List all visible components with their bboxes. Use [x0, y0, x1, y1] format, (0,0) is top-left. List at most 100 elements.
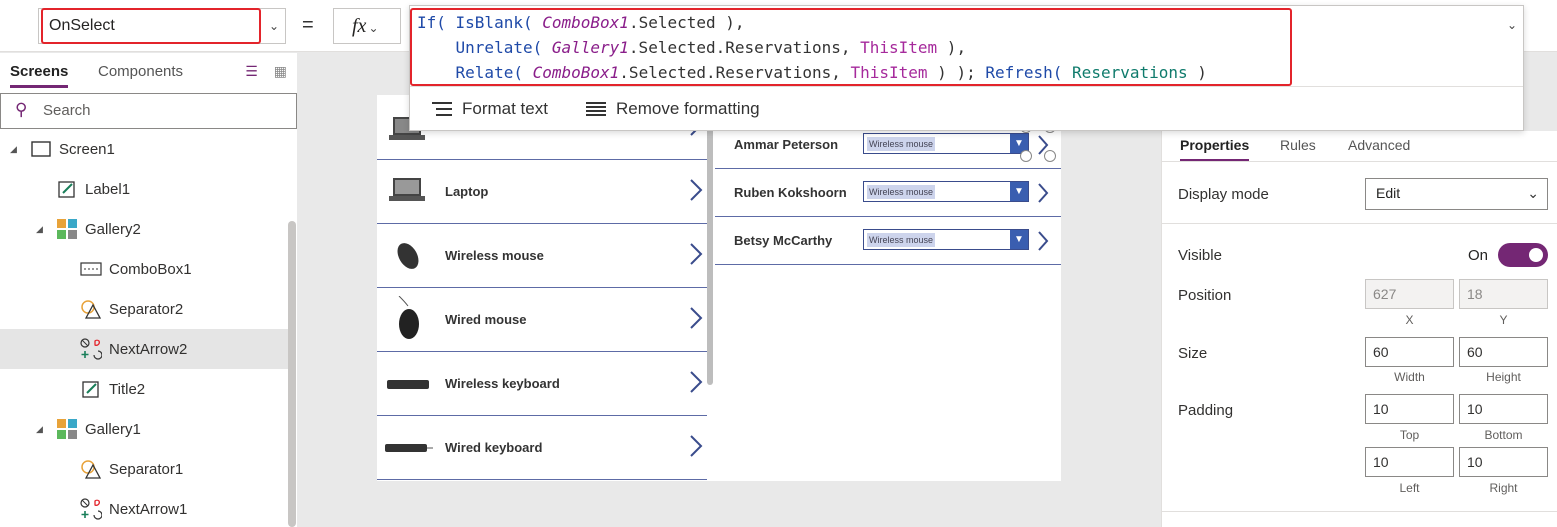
gallery2-row[interactable]: Ruben Kokshoorn Wireless mouse ▼ [715, 169, 1061, 217]
next-arrow-icon [690, 243, 703, 265]
next-arrow-icon [690, 435, 703, 457]
width-input[interactable]: 60 [1365, 337, 1454, 367]
combobox[interactable]: Wireless mouse ▼ [863, 133, 1029, 154]
size-label: Size [1178, 345, 1208, 362]
wired-mouse-image [398, 296, 419, 339]
tab-rules[interactable]: Rules [1280, 137, 1316, 153]
combobox-selected-item: Wireless mouse [867, 233, 936, 247]
tree-item-separator1[interactable]: Separator1 [0, 449, 288, 489]
tab-advanced[interactable]: Advanced [1348, 137, 1410, 153]
combobox-icon [80, 260, 102, 278]
icons-icon [80, 498, 102, 520]
combobox-selected-item: Wireless mouse [867, 137, 936, 151]
divider [1162, 161, 1557, 162]
tab-screens[interactable]: Screens [10, 63, 69, 88]
gallery1-row[interactable]: Wireless keyboard [377, 352, 707, 416]
tab-components[interactable]: Components [98, 63, 183, 80]
fx-icon: fx [352, 15, 367, 37]
tree-item-title2[interactable]: Title2 [0, 369, 288, 409]
label-icon [80, 380, 102, 398]
formula-text[interactable]: If( IsBlank( ComboBox1.Selected ), Unrel… [410, 8, 1292, 86]
app-canvas: Laptop Wireless mouse Wired mouse Wirele… [377, 95, 1061, 481]
expand-formula-chevron-icon[interactable]: ⌄ [1507, 18, 1517, 32]
separator-icon [80, 300, 102, 319]
fx-button[interactable]: fx ⌄ [333, 8, 401, 44]
resize-handle[interactable] [1020, 150, 1032, 162]
format-text-button[interactable]: Format text [432, 99, 548, 119]
tree-item-label1[interactable]: Label1 [0, 169, 288, 209]
gallery1[interactable]: Laptop Wireless mouse Wired mouse Wirele… [377, 95, 707, 481]
visible-toggle-text: On [1468, 247, 1489, 264]
resize-handle[interactable] [1044, 150, 1056, 162]
tree-scrollbar[interactable] [288, 221, 296, 527]
padding-top-input[interactable]: 10 [1365, 394, 1454, 424]
next-arrow-icon [690, 179, 703, 201]
list-view-icon[interactable]: ☰ [245, 63, 258, 80]
search-input[interactable]: ⚲ Search [0, 93, 297, 129]
formula-editor[interactable]: If( IsBlank( ComboBox1.Selected ), Unrel… [409, 5, 1524, 131]
tab-properties[interactable]: Properties [1180, 137, 1250, 162]
tree-item-gallery2[interactable]: ◢ Gallery2 [0, 209, 288, 249]
visible-toggle[interactable] [1498, 243, 1548, 267]
grid-view-icon[interactable]: ▦ [274, 63, 287, 80]
chevron-down-icon[interactable]: ⌄ [269, 19, 279, 33]
padding-label: Padding [1178, 402, 1234, 419]
height-caption: Height [1486, 370, 1521, 384]
padding-bottom-input[interactable]: 10 [1459, 394, 1548, 424]
remove-formatting-button[interactable]: Remove formatting [586, 99, 760, 119]
chevron-down-icon[interactable]: ▼ [1010, 182, 1028, 201]
tree-item-screen1[interactable]: ◢ Screen1 [0, 129, 288, 169]
tree-view-icons: ☰ ▦ [245, 63, 287, 80]
position-label: Position [1178, 287, 1232, 304]
height-input[interactable]: 60 [1459, 337, 1548, 367]
toggle-knob [1529, 248, 1543, 262]
display-mode-label: Display mode [1178, 186, 1269, 203]
tree-item-nextarrow2[interactable]: NextArrow2 [0, 329, 288, 369]
top-caption: Top [1399, 428, 1420, 442]
combobox-selected-item: Wireless mouse [867, 185, 936, 199]
divider [1162, 511, 1557, 512]
gallery1-row[interactable]: Wireless mouse [377, 224, 707, 288]
collapse-icon[interactable]: ◢ [36, 424, 48, 435]
position-y-input[interactable]: 18 [1459, 279, 1548, 309]
gallery1-row[interactable]: Laptop [377, 160, 707, 224]
wireless-keyboard-image [387, 380, 429, 389]
gallery1-row[interactable]: Wired keyboard [377, 416, 707, 480]
gallery-icon [56, 219, 78, 239]
tree-item-nextarrow1[interactable]: NextArrow1 [0, 489, 288, 527]
person-name: Betsy McCarthy [734, 233, 833, 248]
collapse-icon[interactable]: ◢ [36, 224, 48, 235]
person-name: Ruben Kokshoorn [734, 185, 847, 200]
padding-right-input[interactable]: 10 [1459, 447, 1548, 477]
format-text-icon [432, 102, 452, 116]
equals-sign: = [302, 14, 314, 36]
chevron-down-icon[interactable]: ▼ [1010, 230, 1028, 249]
icons-icon [80, 338, 102, 360]
separator-icon [80, 460, 102, 479]
wireless-mouse-image [397, 243, 419, 269]
combobox[interactable]: Wireless mouse ▼ [863, 181, 1029, 202]
chevron-down-icon: ⌄ [1527, 185, 1539, 201]
padding-left-input[interactable]: 10 [1365, 447, 1454, 477]
tree-item-separator2[interactable]: Separator2 [0, 289, 288, 329]
tree-item-combobox1[interactable]: ComboBox1 [0, 249, 288, 289]
gallery2-row[interactable]: Betsy McCarthy Wireless mouse ▼ [715, 217, 1061, 265]
property-dropdown[interactable]: OnSelect ⌄ [38, 8, 286, 44]
next-arrow-icon [1038, 183, 1049, 203]
remove-formatting-icon [586, 102, 606, 116]
next-arrow-icon [690, 307, 703, 329]
gallery1-row[interactable]: Wired mouse [377, 288, 707, 352]
properties-panel: Properties Rules Advanced Display mode E… [1161, 131, 1557, 527]
tree-item-gallery1[interactable]: ◢ Gallery1 [0, 409, 288, 449]
display-mode-select[interactable]: Edit ⌄ [1365, 178, 1548, 210]
position-x-input[interactable]: 627 [1365, 279, 1454, 309]
combobox[interactable]: Wireless mouse ▼ [863, 229, 1029, 250]
gallery1-scrollbar[interactable] [707, 95, 713, 385]
collapse-icon[interactable]: ◢ [10, 144, 22, 155]
property-value[interactable]: OnSelect [41, 8, 261, 44]
product-name: Wireless keyboard [445, 376, 560, 391]
tree-view-panel: Screens Components ☰ ▦ ⚲ Search ◢ Screen… [0, 53, 297, 527]
product-name: Wired mouse [445, 312, 527, 327]
screen-icon [30, 140, 52, 158]
product-name: Wireless mouse [445, 248, 544, 263]
